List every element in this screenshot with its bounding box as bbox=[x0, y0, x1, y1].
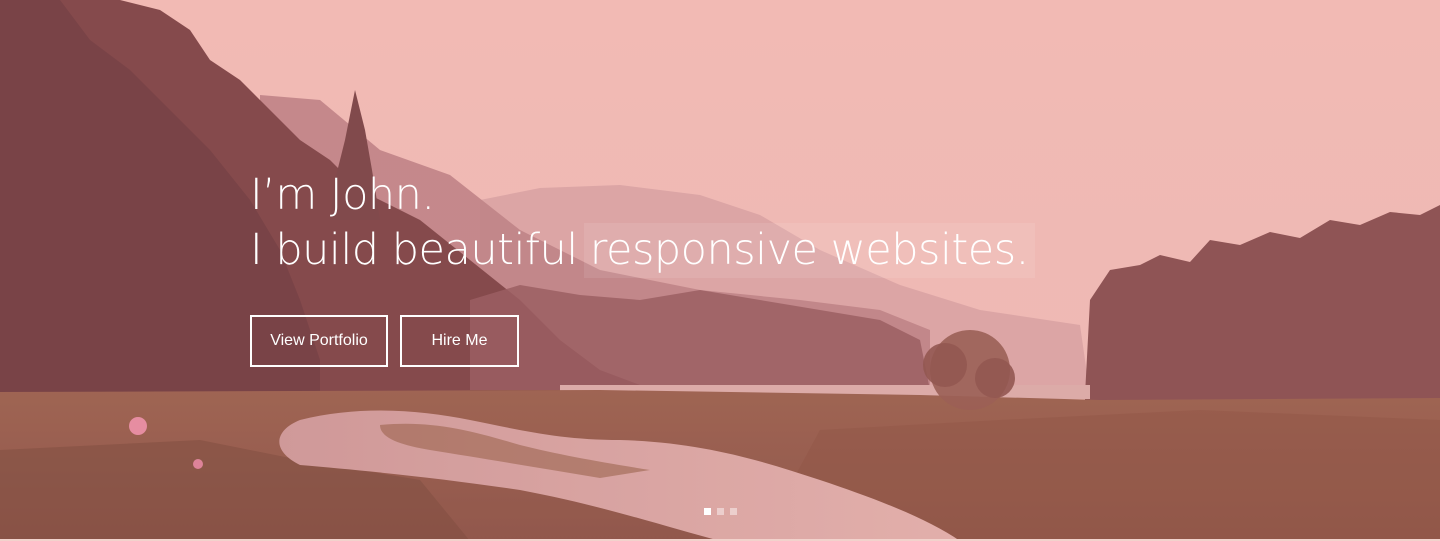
headline-line-1: I’m John. bbox=[250, 170, 435, 220]
headline-line-2: I build beautiful responsive websites. bbox=[250, 223, 1035, 278]
hero-section: I’m John. I build beautiful responsive we… bbox=[0, 0, 1440, 541]
carousel-dot-3[interactable] bbox=[730, 508, 737, 515]
headline-static-text: I build beautiful bbox=[250, 225, 578, 275]
carousel-dot-2[interactable] bbox=[717, 508, 724, 515]
headline-typed-text: responsive websites. bbox=[583, 223, 1035, 278]
view-portfolio-button[interactable]: View Portfolio bbox=[250, 315, 388, 367]
hero-buttons: View Portfolio Hire Me bbox=[250, 315, 519, 367]
hero-headline: I’m John. I build beautiful responsive we… bbox=[250, 168, 1035, 278]
carousel-dot-1[interactable] bbox=[704, 508, 711, 515]
hire-me-button[interactable]: Hire Me bbox=[400, 315, 519, 367]
carousel-indicators bbox=[704, 508, 737, 515]
